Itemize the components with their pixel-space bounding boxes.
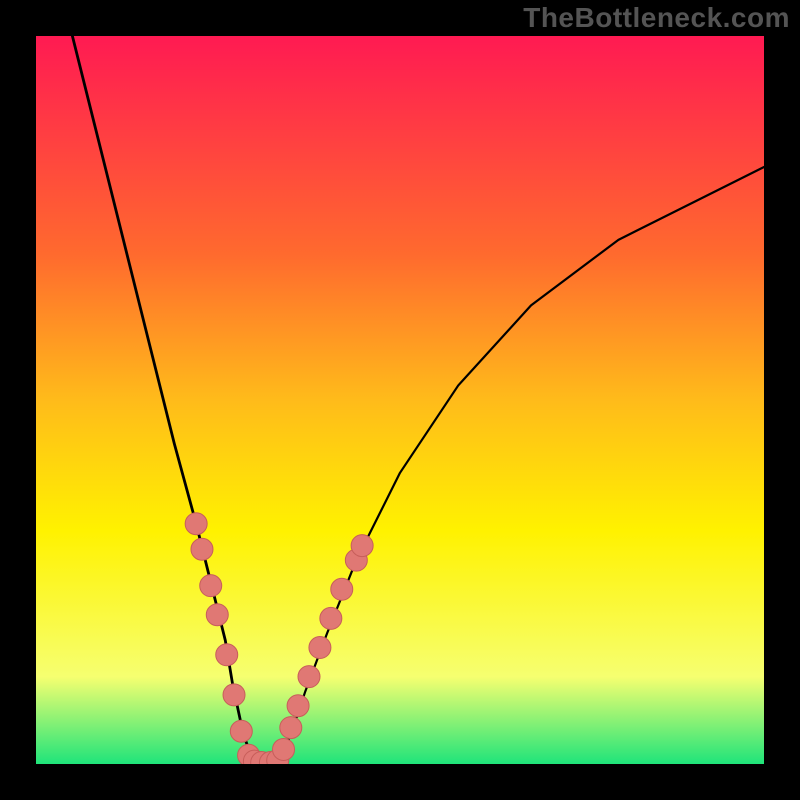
data-dot: [331, 578, 353, 600]
data-dot: [287, 695, 309, 717]
data-dot: [280, 717, 302, 739]
data-dot: [273, 738, 295, 760]
data-dot: [320, 607, 342, 629]
data-dot: [223, 684, 245, 706]
data-dot: [298, 666, 320, 688]
data-dot: [351, 535, 373, 557]
data-dot: [230, 720, 252, 742]
data-dot: [206, 604, 228, 626]
plot-area: [36, 36, 764, 764]
data-dot: [191, 538, 213, 560]
watermark-text: TheBottleneck.com: [523, 2, 790, 34]
data-dot: [309, 637, 331, 659]
data-dot: [200, 575, 222, 597]
outer-frame: TheBottleneck.com: [0, 0, 800, 800]
gradient-background: [36, 36, 764, 764]
data-dot: [185, 513, 207, 535]
data-dot: [216, 644, 238, 666]
